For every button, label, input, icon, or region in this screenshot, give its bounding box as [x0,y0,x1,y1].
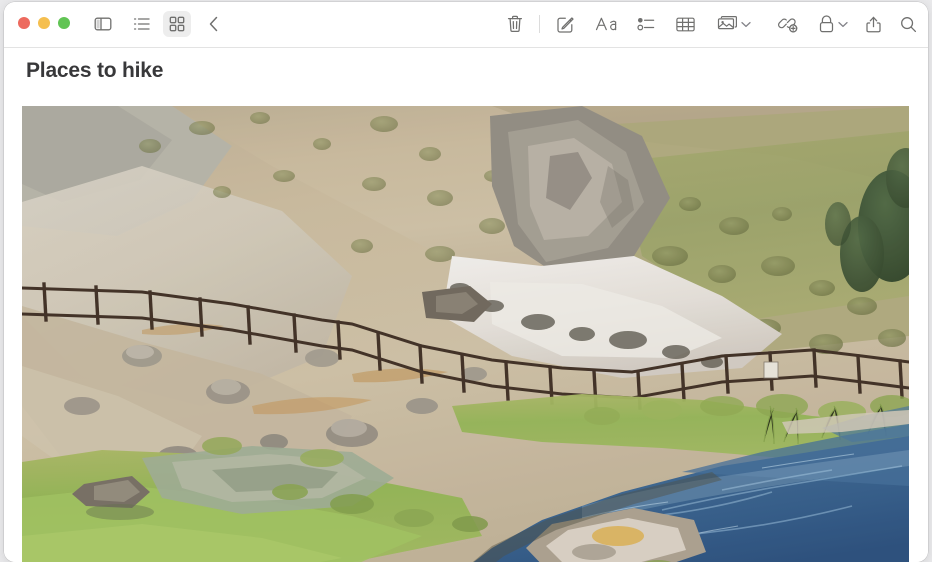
lock-note-button[interactable] [812,11,840,37]
sidebar-toggle-button[interactable] [89,11,117,37]
media-button[interactable] [713,11,741,37]
hillside-trail-photo [22,106,909,562]
media-chevron-button[interactable] [740,11,752,37]
gallery-view-icon [169,16,185,32]
note-attachment-image[interactable] [22,106,909,562]
share-button[interactable] [859,11,887,37]
format-aa-icon [595,16,621,32]
trash-icon [507,15,523,33]
link-share-icon [778,15,798,33]
delete-note-button[interactable] [501,11,529,37]
list-view-icon [133,17,151,31]
close-button[interactable] [18,17,30,29]
chevron-down-icon [741,15,751,33]
share-icon [866,15,881,33]
minimize-button[interactable] [38,17,50,29]
page-title[interactable]: Places to hike [26,57,163,85]
lock-chevron-button[interactable] [837,11,849,37]
back-button[interactable] [200,11,228,37]
compose-note-button[interactable] [551,11,579,37]
checklist-button[interactable] [632,11,660,37]
table-icon [676,17,695,32]
toolbar-separator [539,15,540,33]
compose-icon [557,16,574,33]
notes-window: Places to hike [4,2,928,562]
format-button[interactable] [594,11,622,37]
list-view-button[interactable] [128,11,156,37]
window-controls [18,17,70,29]
checklist-icon [637,17,655,31]
table-button[interactable] [671,11,699,37]
sidebar-icon [94,16,112,32]
toolbar [4,2,928,48]
search-icon [900,16,917,33]
gallery-view-button[interactable] [163,11,191,37]
media-photos-icon [717,16,738,32]
search-button[interactable] [894,11,922,37]
chevron-down-icon [838,15,848,33]
chevron-left-icon [208,15,220,33]
note-content-area[interactable]: Places to hike [4,48,928,562]
zoom-button[interactable] [58,17,70,29]
collaborate-button[interactable] [774,11,802,37]
lock-icon [819,15,834,33]
